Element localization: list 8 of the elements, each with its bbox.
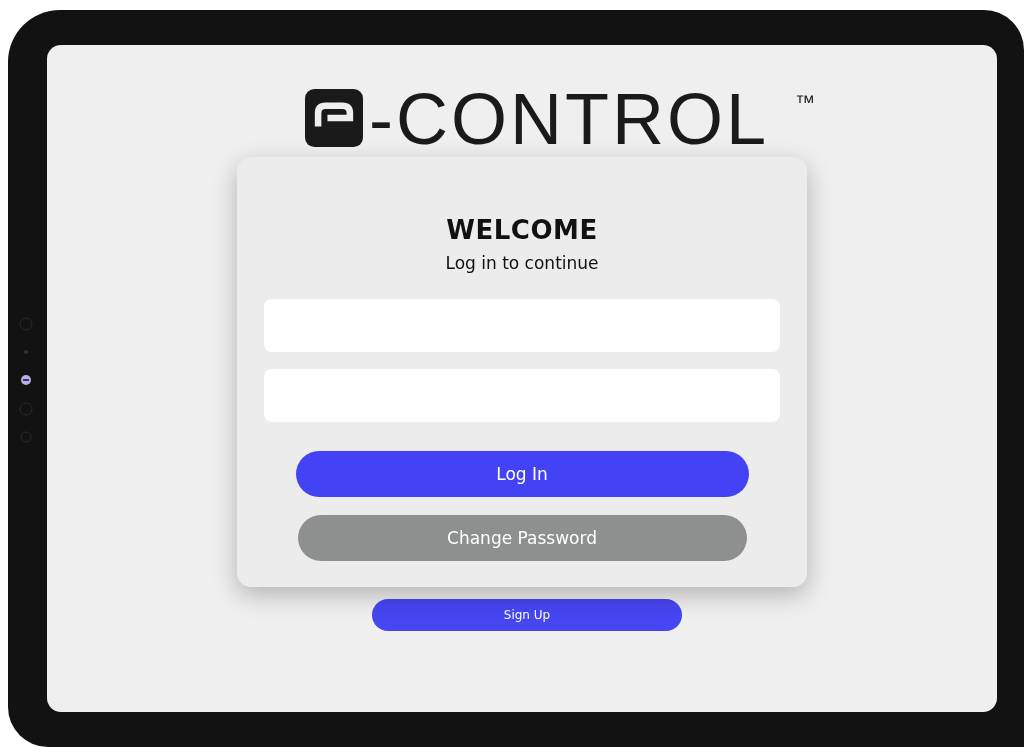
trademark-sign: ™ <box>795 91 815 114</box>
welcome-title: WELCOME <box>446 215 598 245</box>
logo-icon <box>305 89 363 147</box>
change-password-button[interactable]: Change Password <box>297 515 747 561</box>
sign-up-button[interactable]: Sign Up <box>372 599 682 631</box>
subtitle: Log in to continue <box>445 253 599 273</box>
logo-text: -CONTROL <box>369 89 769 149</box>
login-button[interactable]: Log In <box>295 451 749 497</box>
